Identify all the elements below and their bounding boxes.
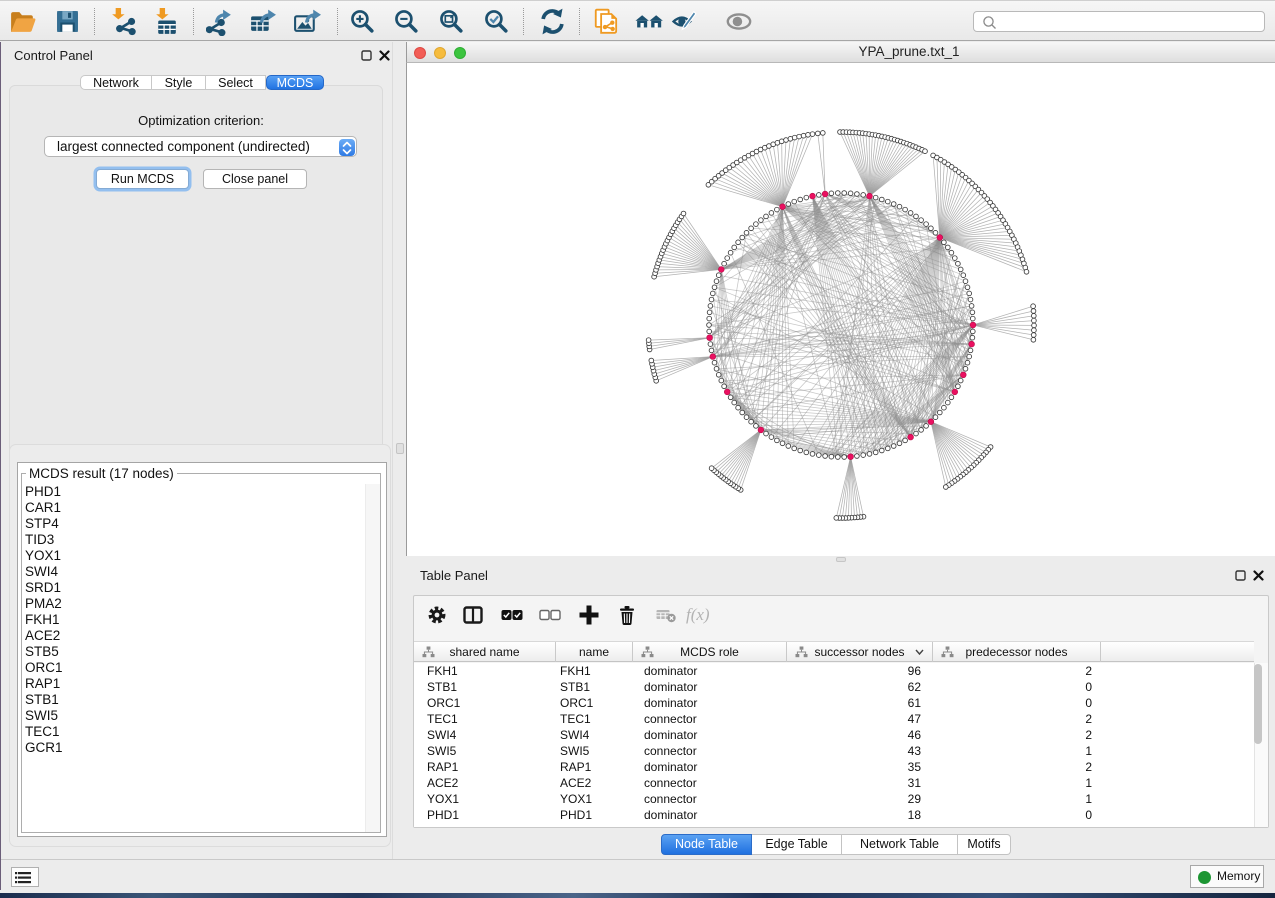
svg-text:f(x): f(x) bbox=[686, 605, 710, 624]
